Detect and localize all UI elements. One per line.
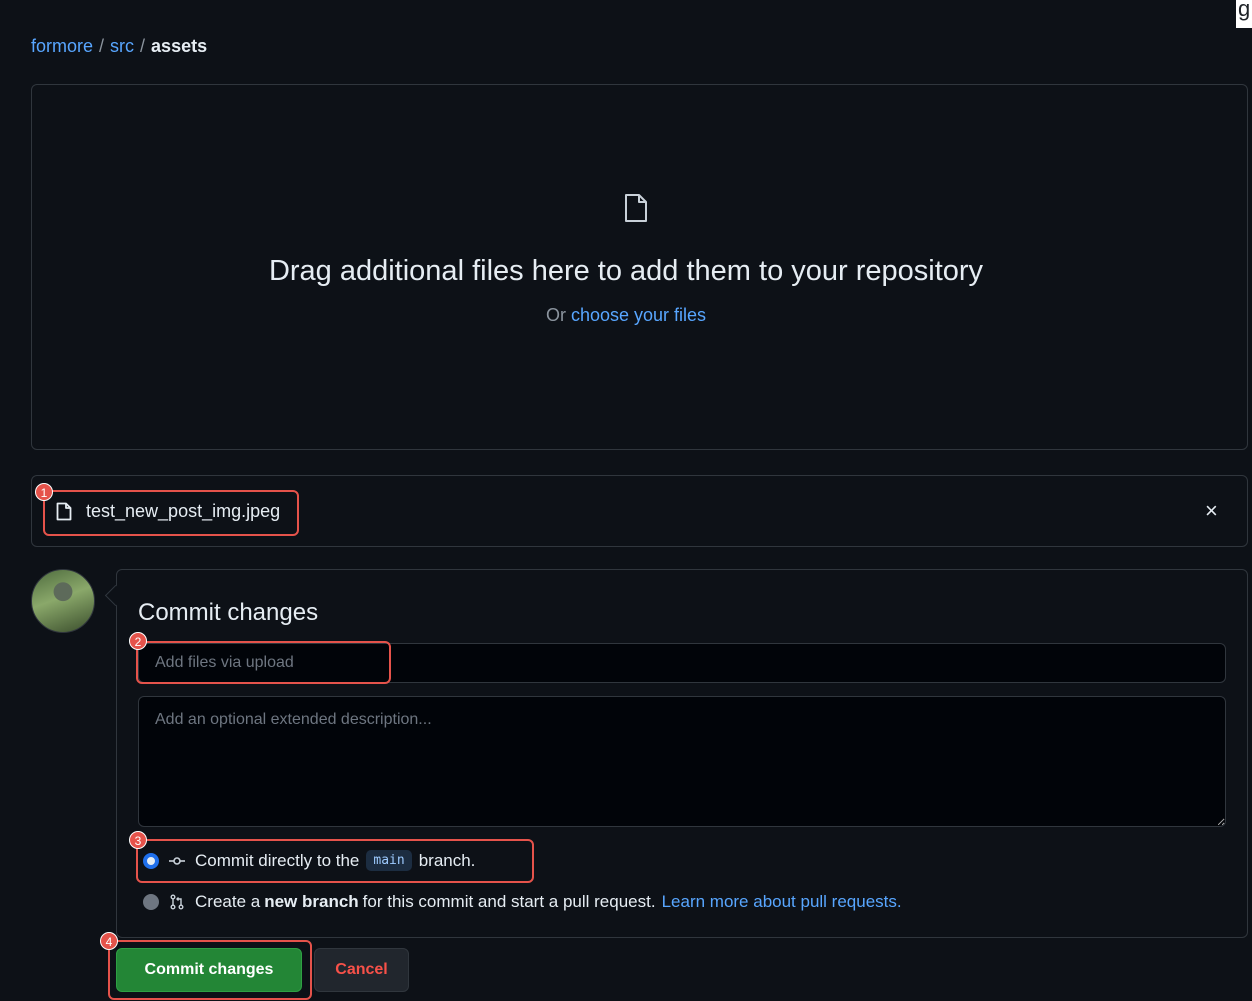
commit-title: Commit changes (138, 599, 319, 626)
avatar (31, 569, 95, 633)
dropzone-prefix: Or (545, 305, 566, 325)
close-icon[interactable]: × (1205, 498, 1218, 524)
radio-unselected[interactable] (143, 894, 159, 910)
dropzone-subtitle: Or choose your files (0, 305, 1252, 326)
git-commit-icon (169, 853, 185, 869)
annotation-badge-3: 3 (129, 831, 147, 849)
commit-summary-input[interactable] (138, 643, 1226, 683)
commit-new-branch-option[interactable]: Create a new branch for this commit and … (143, 892, 902, 912)
radio-selected[interactable] (143, 852, 159, 869)
commit-direct-suffix: branch. (418, 850, 476, 870)
page-edge: g (1236, 0, 1252, 28)
annotation-badge-1: 1 (35, 483, 53, 501)
breadcrumb: formore / src / assets (31, 36, 207, 57)
new-branch-bold: new branch (264, 892, 359, 911)
commit-direct-option[interactable]: Commit directly to the main branch. (143, 850, 475, 871)
commit-direct-prefix: Commit directly to the (195, 850, 360, 870)
new-branch-prefix: Create a (195, 892, 261, 911)
annotation-badge-2: 2 (129, 632, 147, 650)
dropzone-title: Drag additional files here to add them t… (268, 255, 984, 287)
breadcrumb-separator: / (140, 36, 146, 56)
choose-files-link[interactable]: choose your files (571, 305, 706, 325)
uploaded-file-name: test_new_post_img.jpeg (86, 501, 281, 521)
commit-changes-button[interactable]: Commit changes (116, 948, 302, 992)
breadcrumb-folder-link[interactable]: src (110, 36, 134, 56)
new-branch-suffix: for this commit and start a pull request… (362, 892, 656, 911)
breadcrumb-current: assets (151, 36, 208, 56)
file-icon (624, 193, 648, 228)
edge-glyph: g (1238, 0, 1251, 21)
annotation-badge-4: 4 (100, 932, 118, 950)
file-icon (56, 502, 72, 526)
breadcrumb-repo-link[interactable]: formore (31, 36, 93, 56)
breadcrumb-separator: / (99, 36, 105, 56)
git-pull-request-icon (169, 894, 185, 910)
commit-description-input[interactable] (138, 696, 1226, 827)
learn-more-pull-requests-link[interactable]: Learn more about pull requests. (662, 892, 902, 912)
branch-name-chip: main (366, 850, 412, 871)
cancel-button[interactable]: Cancel (314, 948, 409, 992)
